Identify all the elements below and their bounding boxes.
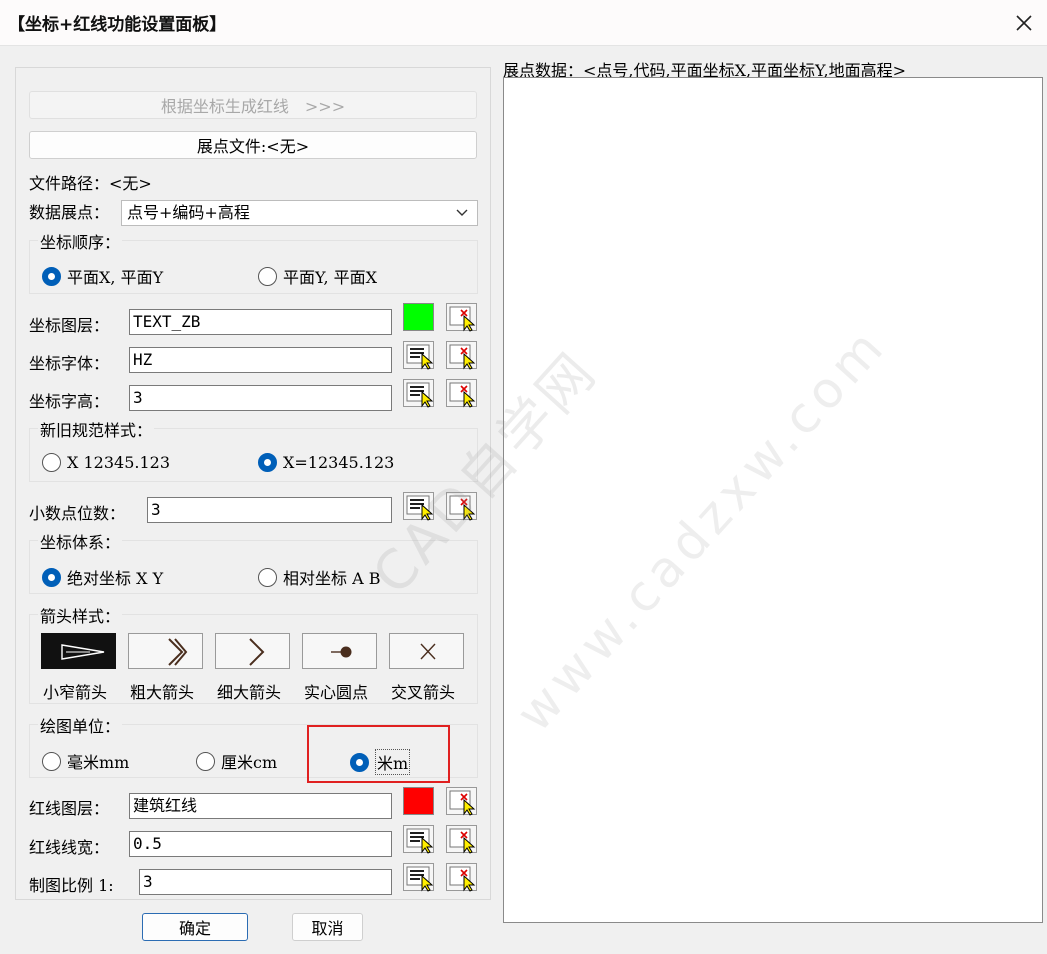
pick-red-width-button[interactable]	[446, 825, 477, 854]
coord-layer-color-swatch[interactable]	[403, 303, 434, 331]
radio-coord-xy[interactable]: 平面X, 平面Y	[42, 264, 163, 288]
arrow-label-small-narrow: 小窄箭头	[43, 683, 108, 702]
radio-coord-yx[interactable]: 平面Y, 平面X	[258, 264, 377, 288]
radio-indicator	[196, 751, 215, 771]
decimals-label: 小数点位数：	[29, 504, 126, 523]
plot-data-textarea[interactable]	[503, 77, 1043, 923]
text-height-label: 坐标字高：	[29, 392, 110, 411]
title-bar: 【坐标+红线功能设置面板】	[0, 0, 1047, 46]
unit-highlight-box	[307, 725, 450, 783]
arrow-style-title: 箭头样式：	[38, 603, 123, 627]
radio-unit-cm[interactable]: 厘米cm	[196, 749, 277, 773]
data-plot-value: 点号+编码+高程	[127, 203, 250, 222]
radio-indicator	[42, 453, 61, 472]
pick-decimals-button[interactable]	[446, 492, 477, 521]
close-icon	[1016, 15, 1032, 31]
red-layer-color-swatch[interactable]	[403, 787, 434, 815]
red-width-list-button[interactable]	[403, 825, 434, 854]
pick-entity-icon	[449, 306, 476, 332]
coord-system-title: 坐标体系：	[38, 529, 123, 553]
radio-indicator	[258, 266, 277, 286]
red-width-input[interactable]: 0.5	[129, 831, 392, 857]
list-pick-icon	[406, 495, 434, 521]
radio-unit-mm[interactable]: 毫米mm	[42, 749, 129, 773]
chevron-down-icon	[456, 209, 468, 216]
radio-label: 平面Y, 平面X	[283, 268, 378, 287]
arrow-label-cross: 交叉箭头	[391, 683, 456, 702]
cancel-button[interactable]: 取消	[292, 913, 363, 941]
narrow-arrow-icon	[61, 644, 105, 660]
solid-dot-icon	[331, 646, 352, 658]
pick-scale-button[interactable]	[446, 863, 477, 892]
list-pick-icon	[406, 828, 434, 854]
plot-file-button[interactable]: 展点文件:<无>	[29, 131, 477, 159]
radio-style-new[interactable]: X=12345.123	[258, 453, 394, 472]
radio-label: 绝对坐标 X Y	[67, 569, 164, 588]
coord-order-title: 坐标顺序：	[38, 229, 123, 253]
thick-arrow-icon	[168, 638, 188, 666]
file-path-label: 文件路径：<无>	[29, 174, 152, 193]
scale-input[interactable]: 3	[139, 869, 392, 895]
arrow-cross-button[interactable]	[389, 633, 464, 669]
coord-layer-label: 坐标图层：	[29, 316, 110, 335]
coord-font-input[interactable]: HZ	[129, 347, 392, 373]
list-pick-icon	[406, 382, 434, 408]
list-pick-icon	[406, 344, 434, 370]
ok-button[interactable]: 确定	[142, 913, 248, 941]
cross-icon	[420, 643, 436, 660]
font-list-button[interactable]	[403, 341, 434, 370]
radio-indicator	[258, 453, 277, 472]
arrow-thin-large-button[interactable]	[215, 633, 290, 669]
pick-font-button[interactable]	[446, 341, 477, 370]
radio-absolute-coord[interactable]: 绝对坐标 X Y	[42, 565, 163, 589]
height-list-button[interactable]	[403, 379, 434, 408]
red-layer-input[interactable]: 建筑红线	[129, 793, 392, 819]
list-pick-icon	[406, 866, 434, 892]
close-button[interactable]	[1001, 0, 1047, 46]
red-width-label: 红线线宽：	[29, 838, 110, 857]
radio-indicator	[42, 266, 61, 286]
arrow-thick-large-button[interactable]	[128, 633, 203, 669]
coord-layer-input[interactable]: TEXT_ZB	[129, 309, 392, 335]
style-title: 新旧规范样式：	[38, 417, 155, 441]
radio-label: X=12345.123	[283, 453, 395, 472]
generate-redline-button[interactable]: 根据坐标生成红线 >>>	[29, 91, 477, 119]
radio-indicator	[42, 567, 61, 587]
arrow-solid-dot-button[interactable]	[302, 633, 377, 669]
radio-indicator	[42, 751, 61, 771]
coord-font-label: 坐标字体：	[29, 354, 110, 373]
decimals-input[interactable]: 3	[147, 497, 392, 523]
pick-height-button[interactable]	[446, 379, 477, 408]
pick-layer-button[interactable]	[446, 303, 477, 332]
pick-entity-icon	[449, 495, 476, 521]
radio-relative-coord[interactable]: 相对坐标 A B	[258, 565, 381, 589]
pick-entity-icon	[449, 790, 476, 816]
radio-label: 厘米cm	[221, 753, 278, 772]
scale-label: 制图比例 1:	[29, 876, 114, 895]
pick-entity-icon	[449, 382, 476, 408]
arrow-label-solid-dot: 实心圆点	[304, 683, 369, 702]
arrow-label-thin-large: 细大箭头	[217, 683, 282, 702]
radio-label: X 12345.123	[67, 453, 170, 472]
unit-title: 绘图单位：	[38, 713, 123, 737]
thin-arrow-icon	[249, 638, 265, 666]
radio-label: 相对坐标 A B	[283, 569, 381, 588]
radio-label: 平面X, 平面Y	[67, 268, 164, 287]
radio-label: 毫米mm	[67, 753, 130, 772]
scale-list-button[interactable]	[403, 863, 434, 892]
pick-red-layer-button[interactable]	[446, 787, 477, 816]
text-height-input[interactable]: 3	[129, 385, 392, 411]
arrow-small-narrow-button[interactable]	[41, 633, 116, 669]
decimals-list-button[interactable]	[403, 492, 434, 521]
arrow-label-thick-large: 粗大箭头	[130, 683, 195, 702]
radio-indicator	[258, 567, 277, 587]
pick-entity-icon	[449, 344, 476, 370]
pick-entity-icon	[449, 866, 476, 892]
pick-entity-icon	[449, 828, 476, 854]
data-plot-select[interactable]: 点号+编码+高程	[121, 200, 478, 226]
red-layer-label: 红线图层：	[29, 799, 110, 818]
window-title: 【坐标+红线功能设置面板】	[8, 15, 227, 35]
radio-style-old[interactable]: X 12345.123	[42, 453, 170, 472]
data-plot-label: 数据展点：	[29, 203, 110, 222]
